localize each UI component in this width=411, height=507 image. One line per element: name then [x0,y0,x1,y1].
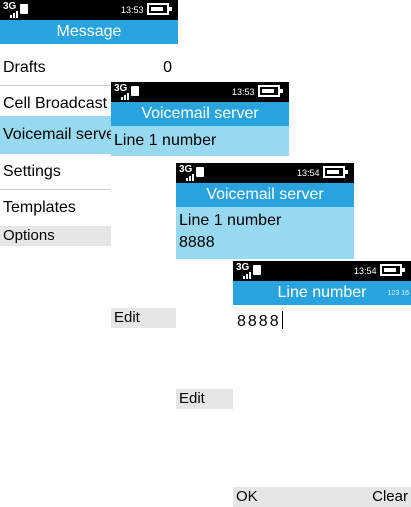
screen-title: Message [0,20,178,44]
menu-item-label: Templates [3,199,76,216]
signal-strength-icon [121,92,131,100]
screen-title: Voicemail server [111,102,289,126]
sim-card-icon [20,4,28,14]
clear-softkey[interactable]: Clear [372,487,408,507]
options-softkey[interactable]: Options [3,226,55,246]
battery-icon [147,3,172,15]
screen-title: Voicemail server [176,183,354,207]
battery-icon [258,85,283,97]
menu-item-label: Voicemail server [3,126,121,143]
status-time: 13:54 [354,266,377,276]
input-mode-indicator: 123 16 [387,290,409,297]
menu-item-label: Line 1 number [114,132,217,149]
menu-item-label: Cell Broadcast [3,95,108,112]
text-cursor [281,311,283,329]
menu-item-label: Settings [3,163,61,180]
sim-card-icon [196,167,204,177]
screen-title: Line number 123 16 [233,281,411,305]
battery-icon [323,166,348,178]
battery-icon [380,264,405,276]
status-bar: 3G 13:54 [233,261,411,281]
softkey-bar: OK Clear [233,487,411,507]
menu-item-drafts[interactable]: Drafts 0 [0,50,178,85]
edit-softkey[interactable]: Edit [114,308,140,328]
status-time: 13:53 [121,5,144,15]
edit-softkey[interactable]: Edit [179,389,205,409]
signal-strength-icon [243,271,253,279]
item-value: 8888 [179,234,215,251]
status-bar: 3G 13:54 [176,163,354,183]
menu-item-label: Drafts [3,59,46,76]
sim-card-icon [131,86,139,96]
status-time: 13:53 [232,87,255,97]
signal-strength-icon [10,10,20,18]
status-bar: 3G 13:53 [111,82,289,102]
ok-softkey[interactable]: OK [236,487,258,507]
line-number-editor-screen: 3G 13:54 Line number 123 16 8888 OK Clea… [233,261,411,507]
line1-number-item[interactable]: Line 1 number 8888 [176,207,354,259]
screen-title-text: Line number [277,284,367,301]
status-bar: 3G 13:53 [0,0,178,20]
line-number-input[interactable]: 8888 [237,311,283,333]
menu-item-line1-number[interactable]: Line 1 number [111,126,289,156]
sim-card-icon [253,265,261,275]
drafts-count: 0 [163,59,172,76]
input-text: 8888 [237,313,281,330]
signal-strength-icon [186,173,196,181]
status-time: 13:54 [297,168,320,178]
item-label: Line 1 number [179,212,282,229]
